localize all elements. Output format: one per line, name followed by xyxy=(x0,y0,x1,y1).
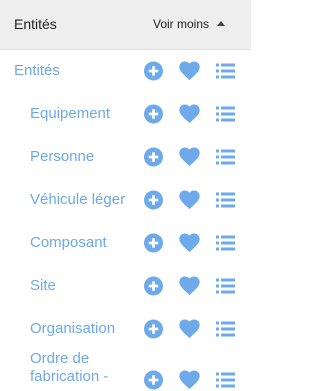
list-icon xyxy=(216,235,235,251)
heart-icon xyxy=(179,61,200,81)
entity-row-entites: Entités xyxy=(0,51,251,91)
heart-icon xyxy=(179,147,200,167)
entity-link-site[interactable]: Site xyxy=(30,277,56,295)
favorite-entites-button[interactable] xyxy=(179,61,200,81)
list-site-button[interactable] xyxy=(216,278,235,294)
list-composant-button[interactable] xyxy=(216,235,235,251)
heart-icon xyxy=(179,276,200,296)
add-composant-button[interactable] xyxy=(144,233,163,253)
plus-circle-icon xyxy=(144,233,163,253)
favorite-vehicule-leger-button[interactable] xyxy=(179,190,200,210)
list-organisation-button[interactable] xyxy=(216,321,235,337)
list-vehicule-leger-button[interactable] xyxy=(216,192,235,208)
list-icon xyxy=(216,372,235,388)
plus-circle-icon xyxy=(144,61,163,81)
see-less-toggle[interactable]: Voir moins xyxy=(153,17,226,31)
list-icon xyxy=(216,321,235,337)
entity-row-personne: Personne xyxy=(0,137,251,177)
entity-row-equipement: Equipement xyxy=(0,94,251,134)
entity-row-ordre-de-fabrication: Ordre de fabrication - xyxy=(0,350,251,391)
entity-link-organisation[interactable]: Organisation xyxy=(30,320,115,338)
entities-panel: Entités Voir moins Entités Equipement Pe… xyxy=(0,0,251,391)
list-icon xyxy=(216,192,235,208)
favorite-site-button[interactable] xyxy=(179,276,200,296)
add-entites-button[interactable] xyxy=(144,61,163,81)
list-icon xyxy=(216,149,235,165)
heart-icon xyxy=(179,104,200,124)
entity-link-entites[interactable]: Entités xyxy=(14,62,60,80)
heart-icon xyxy=(179,190,200,210)
caret-up-icon xyxy=(217,21,226,26)
entity-link-ordre-de-fabrication[interactable]: Ordre de fabrication - xyxy=(30,350,120,386)
list-personne-button[interactable] xyxy=(216,149,235,165)
plus-circle-icon xyxy=(144,190,163,210)
entity-row-composant: Composant xyxy=(0,223,251,263)
favorite-ordre-de-fabrication-button[interactable] xyxy=(179,370,200,390)
list-entites-button[interactable] xyxy=(216,63,235,79)
add-vehicule-leger-button[interactable] xyxy=(144,190,163,210)
plus-circle-icon xyxy=(144,370,163,390)
plus-circle-icon xyxy=(144,147,163,167)
favorite-personne-button[interactable] xyxy=(179,147,200,167)
add-personne-button[interactable] xyxy=(144,147,163,167)
entity-row-organisation: Organisation xyxy=(0,309,251,349)
favorite-equipement-button[interactable] xyxy=(179,104,200,124)
add-site-button[interactable] xyxy=(144,276,163,296)
entity-row-vehicule-leger: Véhicule léger xyxy=(0,180,251,220)
entity-link-composant[interactable]: Composant xyxy=(30,234,107,252)
entity-row-site: Site xyxy=(0,266,251,306)
add-equipement-button[interactable] xyxy=(144,104,163,124)
list-icon xyxy=(216,278,235,294)
entity-link-personne[interactable]: Personne xyxy=(30,148,94,166)
heart-icon xyxy=(179,233,200,253)
favorite-organisation-button[interactable] xyxy=(179,319,200,339)
favorite-composant-button[interactable] xyxy=(179,233,200,253)
heart-icon xyxy=(179,319,200,339)
list-equipement-button[interactable] xyxy=(216,106,235,122)
entity-link-vehicule-leger[interactable]: Véhicule léger xyxy=(30,191,125,209)
plus-circle-icon xyxy=(144,319,163,339)
panel-title: Entités xyxy=(14,16,57,32)
see-less-label: Voir moins xyxy=(153,17,210,31)
plus-circle-icon xyxy=(144,104,163,124)
list-ordre-de-fabrication-button[interactable] xyxy=(216,372,235,388)
list-icon xyxy=(216,63,235,79)
list-icon xyxy=(216,106,235,122)
panel-header: Entités Voir moins xyxy=(0,0,251,50)
heart-icon xyxy=(179,370,200,390)
entity-link-equipement[interactable]: Equipement xyxy=(30,105,110,123)
add-ordre-de-fabrication-button[interactable] xyxy=(144,370,163,390)
plus-circle-icon xyxy=(144,276,163,296)
add-organisation-button[interactable] xyxy=(144,319,163,339)
